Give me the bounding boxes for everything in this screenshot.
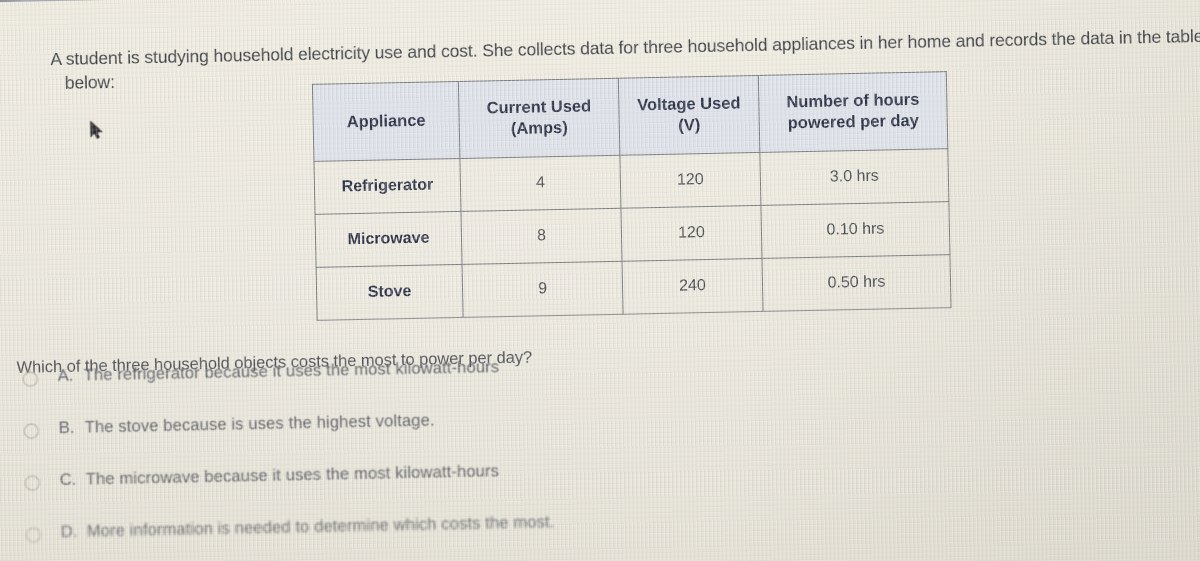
column-header-hours-line2: powered per day	[787, 111, 920, 133]
answer-option-a-letter: A.	[57, 366, 74, 386]
quiz-content: A student is studying household electric…	[0, 0, 1200, 561]
column-header-appliance-line1: Appliance	[346, 111, 426, 131]
cell-appliance: Stove	[316, 264, 464, 321]
column-header-current-line1: Current Used	[486, 97, 592, 118]
quiz-page: A student is studying household electric…	[0, 0, 1200, 561]
radio-button-unselected-icon[interactable]	[24, 475, 41, 491]
radio-button-unselected-icon[interactable]	[22, 371, 38, 387]
answer-option-b-letter: B.	[58, 418, 75, 438]
appliance-data-table: Appliance Current Used (Amps) Voltage Us…	[312, 71, 952, 321]
column-header-current: Current Used (Amps)	[458, 78, 620, 159]
radio-button-unselected-icon[interactable]	[25, 527, 42, 543]
cell-hours: 0.50 hrs	[761, 254, 952, 312]
cell-voltage: 120	[620, 205, 762, 262]
column-header-voltage-line2: (V)	[678, 116, 701, 135]
mouse-pointer-icon	[90, 121, 103, 139]
table-row: Stove 9 240 0.50 hrs	[316, 254, 952, 321]
answer-options-list: A. The refrigerator because it uses the …	[22, 354, 727, 561]
column-header-voltage-line1: Voltage Used	[637, 94, 741, 115]
cell-current: 8	[460, 208, 623, 265]
table-header: Appliance Current Used (Amps) Voltage Us…	[312, 71, 948, 162]
cell-appliance: Microwave	[315, 211, 463, 268]
cell-appliance: Refrigerator	[313, 158, 461, 215]
radio-button-unselected-icon[interactable]	[23, 423, 39, 439]
column-header-appliance: Appliance	[312, 81, 460, 162]
column-header-hours: Number of hours powered per day	[758, 71, 948, 153]
cell-voltage: 240	[622, 258, 764, 315]
cell-hours: 3.0 hrs	[759, 148, 949, 206]
table-body: Refrigerator 4 120 3.0 hrs Microwave 8 1…	[313, 148, 952, 321]
table-header-row: Appliance Current Used (Amps) Voltage Us…	[312, 71, 948, 162]
cell-current: 9	[462, 261, 624, 318]
column-header-voltage: Voltage Used (V)	[618, 75, 760, 156]
screen-photo: A student is studying household electric…	[0, 0, 1200, 561]
cell-voltage: 120	[619, 152, 761, 209]
cell-current: 4	[459, 155, 621, 212]
column-header-current-line2: (Amps)	[510, 118, 568, 138]
column-header-hours-line1: Number of hours	[786, 91, 920, 112]
answer-option-c-letter: C.	[59, 470, 77, 490]
answer-option-d-letter: D.	[60, 522, 78, 542]
cell-hours: 0.10 hrs	[760, 201, 950, 259]
